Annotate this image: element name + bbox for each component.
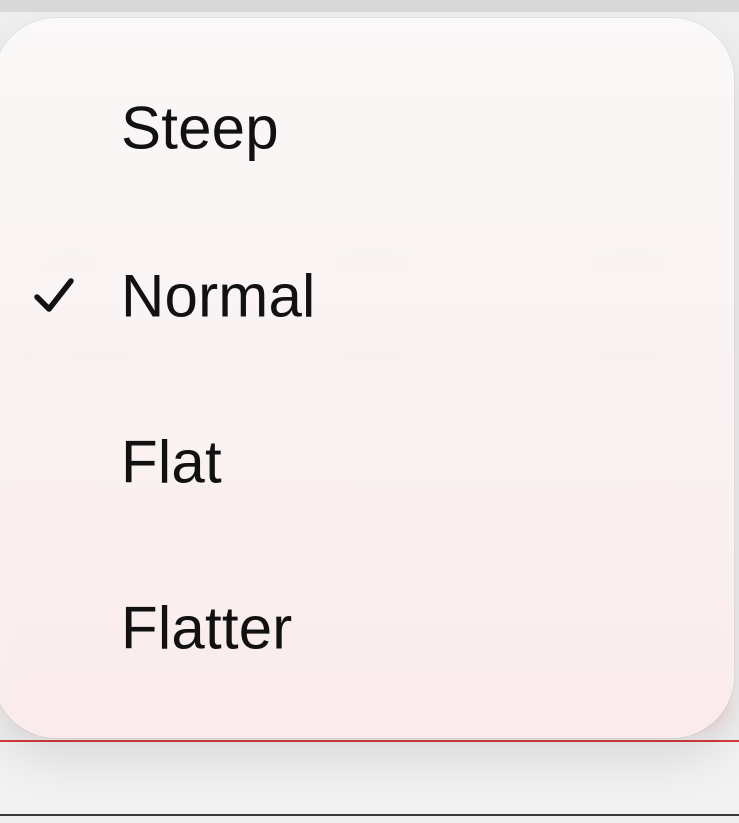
steepness-menu: Steep Normal Flat Flatter <box>0 18 734 738</box>
menu-item-label: Flatter <box>121 594 293 662</box>
menu-item-flatter[interactable]: Flatter <box>0 548 734 708</box>
menu-item-label: Flat <box>121 428 222 496</box>
bottom-divider <box>0 814 739 816</box>
menu-item-label: Steep <box>121 94 279 162</box>
bottom-area <box>0 742 739 814</box>
menu-item-label: Normal <box>121 262 316 330</box>
menu-item-normal[interactable]: Normal <box>0 216 734 376</box>
checkmark-icon <box>34 278 74 312</box>
menu-item-flat[interactable]: Flat <box>0 382 734 542</box>
menu-item-steep[interactable]: Steep <box>0 48 734 208</box>
top-bar <box>0 0 739 12</box>
